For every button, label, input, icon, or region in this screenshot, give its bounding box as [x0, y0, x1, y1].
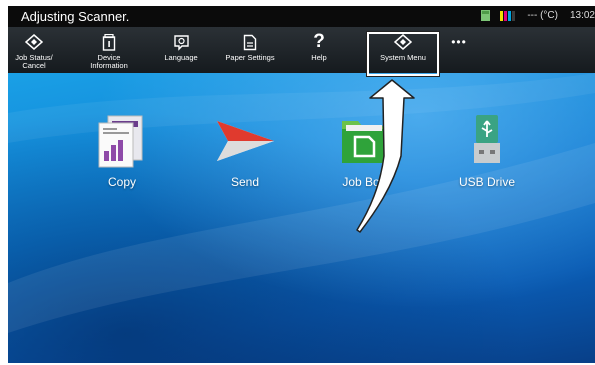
toolbar: Job Status/ Cancel Device Information La…: [8, 27, 595, 74]
copy-icon: [98, 115, 143, 168]
usb-drive-icon: [474, 115, 500, 163]
app-usb-drive-label: USB Drive: [458, 175, 515, 189]
printer-panel: Adjusting Scanner. --- (°C) 13:02 Job St…: [8, 6, 595, 363]
help-label: Help: [311, 53, 327, 62]
clock: 13:02: [569, 10, 595, 21]
more-icon: •••: [451, 35, 467, 49]
toner-level-icon: [500, 10, 516, 21]
job-status-icon: [25, 34, 43, 50]
device-information-button[interactable]: Device Information: [84, 27, 134, 73]
home-screen: Copy Send Job Box USB Drive: [8, 73, 595, 363]
status-message: Adjusting Scanner.: [21, 9, 130, 24]
system-menu-highlight: [367, 32, 439, 76]
device-info-icon: [102, 33, 116, 51]
app-copy[interactable]: Copy: [77, 113, 167, 189]
language-button[interactable]: Language: [153, 27, 209, 73]
language-label: Language: [164, 53, 198, 62]
temperature-readout: --- (°C): [527, 10, 558, 21]
device-information-label: Device Information: [90, 53, 128, 70]
app-copy-label: Copy: [107, 175, 136, 189]
language-icon: [173, 34, 189, 51]
job-status-cancel-button[interactable]: Job Status/ Cancel: [10, 27, 58, 73]
status-indicators: --- (°C) 13:02: [481, 10, 595, 21]
network-status-icon: [481, 10, 491, 21]
help-button[interactable]: ? Help: [303, 27, 335, 73]
job-box-icon: [342, 121, 386, 163]
app-job-box-label: Job Box: [342, 175, 386, 189]
send-icon: [217, 121, 274, 161]
paper-settings-icon: [243, 34, 257, 50]
more-button[interactable]: •••: [441, 27, 477, 73]
app-job-box[interactable]: Job Box: [319, 113, 409, 189]
paper-settings-button[interactable]: Paper Settings: [216, 27, 284, 73]
paper-settings-label: Paper Settings: [225, 53, 275, 62]
status-bar: Adjusting Scanner. --- (°C) 13:02: [8, 6, 595, 27]
app-send-label: Send: [230, 175, 260, 189]
app-send[interactable]: Send: [200, 113, 290, 189]
help-icon: ?: [313, 31, 325, 52]
job-status-label: Job Status/ Cancel: [15, 53, 53, 70]
app-usb-drive[interactable]: USB Drive: [442, 113, 532, 189]
